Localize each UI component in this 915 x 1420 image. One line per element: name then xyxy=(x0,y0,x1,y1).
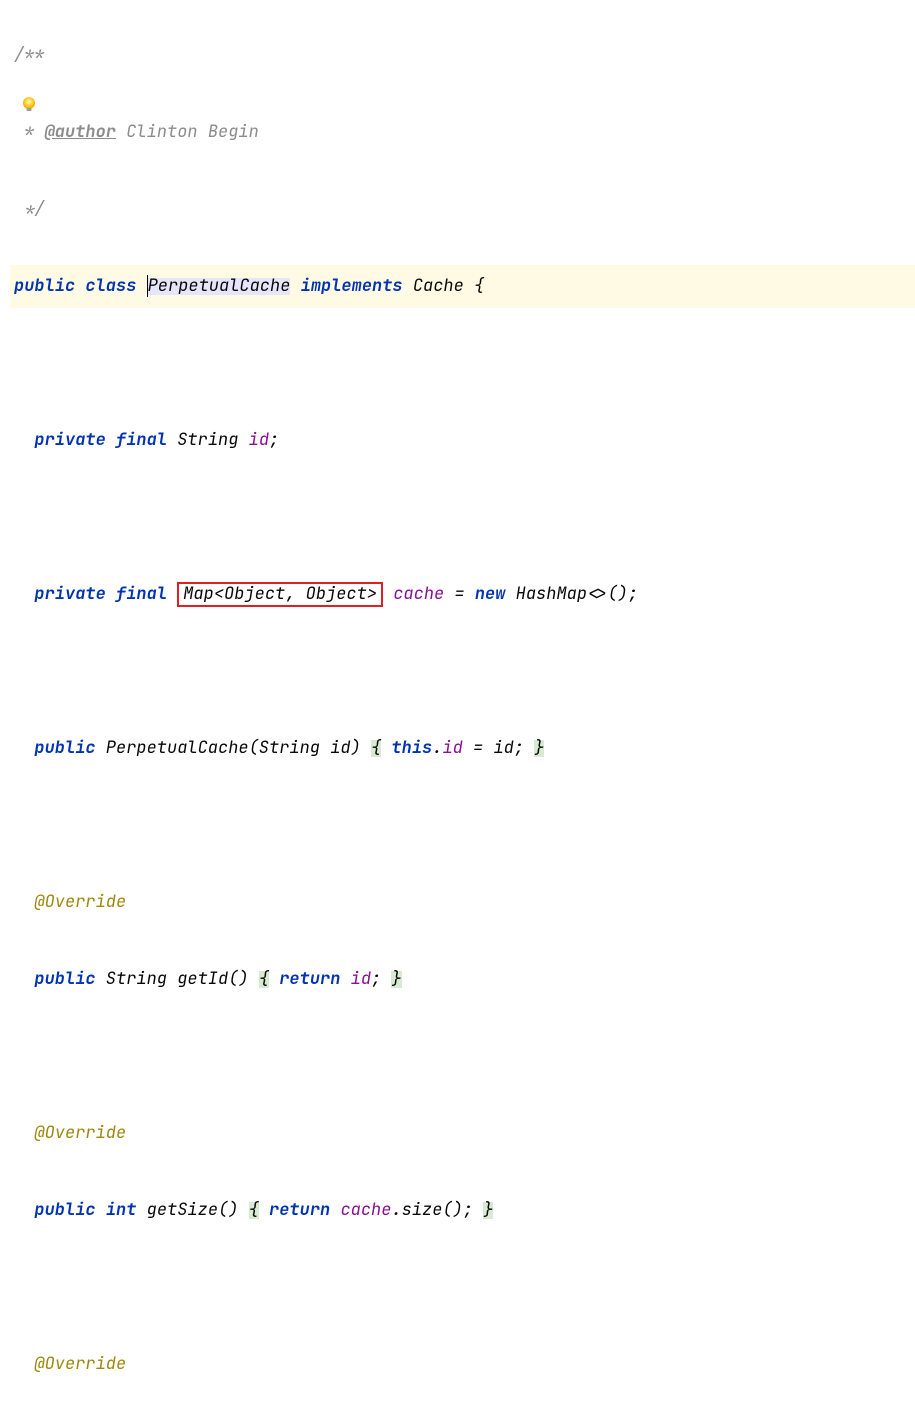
keyword-class: class xyxy=(85,278,136,295)
keyword-private: private xyxy=(34,586,105,603)
keyword-public: public xyxy=(14,278,75,295)
keyword-return: return xyxy=(269,1202,330,1219)
keyword-public: public xyxy=(34,1202,95,1219)
interface-name: Cache xyxy=(413,278,464,295)
code-line-current[interactable]: public class PerpetualCache implements C… xyxy=(10,265,915,308)
brace-close: } xyxy=(391,971,401,988)
code-line[interactable]: * @author Clinton Begin xyxy=(10,111,915,154)
code-line[interactable]: @Override xyxy=(10,1112,915,1155)
intention-bulb-icon[interactable] xyxy=(20,95,38,113)
code-line[interactable]: */ xyxy=(10,188,915,231)
code-line[interactable]: @Override xyxy=(10,1343,915,1386)
keyword-private: private xyxy=(34,432,105,449)
javadoc-open: /** xyxy=(14,47,45,64)
keyword-return: return xyxy=(279,971,340,988)
annotation-override: @Override xyxy=(34,1356,126,1373)
blank-line[interactable] xyxy=(10,650,915,693)
method-sig: getSize() xyxy=(136,1202,248,1219)
code-editor[interactable]: /** * @author Clinton Begin */ public cl… xyxy=(0,0,915,1420)
keyword-public: public xyxy=(34,971,95,988)
constructor-sig: PerpetualCache(String id) xyxy=(96,740,371,757)
annotation-override: @Override xyxy=(34,894,126,911)
keyword-implements: implements xyxy=(301,278,403,295)
field-ref: id xyxy=(442,740,462,757)
javadoc-close: */ xyxy=(14,201,45,218)
field-name: cache xyxy=(393,586,444,603)
keyword-new: new xyxy=(475,586,506,603)
blank-line[interactable] xyxy=(10,1266,915,1309)
brace-open: { xyxy=(249,1202,259,1219)
brace-open: { xyxy=(474,278,484,295)
javadoc-star: * xyxy=(14,124,45,141)
keyword-final: final xyxy=(116,432,167,449)
keyword-this: this xyxy=(391,740,432,757)
blank-line[interactable] xyxy=(10,1035,915,1078)
code-line[interactable]: private final Map<Object, Object> cache … xyxy=(10,573,915,616)
class-name: PerpetualCache xyxy=(148,278,291,295)
semicolon: ; xyxy=(269,432,279,449)
blank-line[interactable] xyxy=(10,804,915,847)
javadoc-tag: @author xyxy=(45,124,116,141)
brace-open: { xyxy=(259,971,269,988)
keyword-public: public xyxy=(34,740,95,757)
method-sig: String getId() xyxy=(96,971,259,988)
constructor-call: HashMap<>(); xyxy=(505,586,638,603)
code-line[interactable]: @Override xyxy=(10,881,915,924)
field-ref: cache xyxy=(340,1202,391,1219)
javadoc-author: Clinton Begin xyxy=(116,124,259,141)
code-line[interactable]: public int getSize() { return cache.size… xyxy=(10,1189,915,1232)
code-line[interactable]: /** xyxy=(10,34,915,77)
code-line[interactable]: public String getId() { return id; } xyxy=(10,958,915,1001)
brace-close: } xyxy=(483,1202,493,1219)
keyword-final: final xyxy=(116,586,167,603)
keyword-int: int xyxy=(106,1202,137,1219)
blank-line[interactable] xyxy=(10,496,915,539)
code-line[interactable]: public PerpetualCache(String id) { this.… xyxy=(10,727,915,770)
blank-line[interactable] xyxy=(10,342,915,385)
field-ref: id xyxy=(351,971,371,988)
type: String xyxy=(177,432,238,449)
annotation-override: @Override xyxy=(34,1125,126,1142)
highlight-box: Map<Object, Object> xyxy=(177,582,383,607)
brace-close: } xyxy=(534,740,544,757)
code-line[interactable]: private final String id; xyxy=(10,419,915,462)
type: Map<Object, Object> xyxy=(183,583,377,605)
brace-open: { xyxy=(371,740,381,757)
field-name: id xyxy=(249,432,269,449)
